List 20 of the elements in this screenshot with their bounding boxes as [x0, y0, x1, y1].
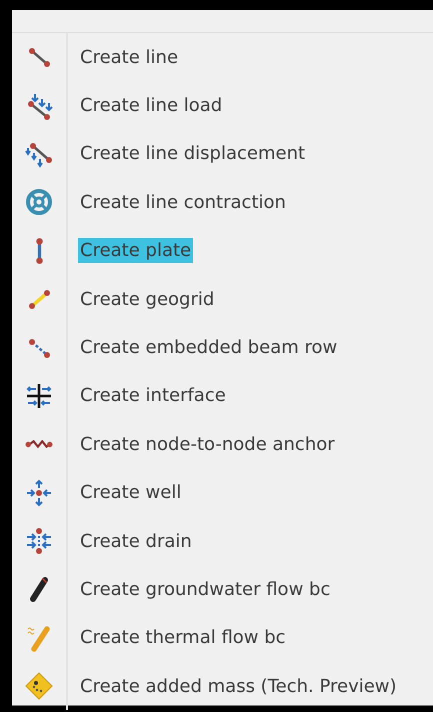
menu-item[interactable]: Create line — [78, 44, 180, 70]
menu-item[interactable]: Create drain — [78, 528, 194, 554]
menu-item[interactable]: Create line displacement — [78, 141, 308, 166]
anchor-zigzag-icon — [25, 440, 53, 449]
menu-item[interactable]: Create geogrid — [78, 286, 216, 312]
menu-item[interactable]: Create embedded beam row — [78, 335, 340, 360]
ring-icon — [24, 187, 54, 218]
menu-item[interactable]: Create well — [78, 480, 184, 506]
diamond-mass-icon — [24, 671, 54, 702]
well-icon — [24, 478, 54, 508]
menu-item[interactable]: Create line load — [78, 93, 224, 118]
menu-item[interactable]: Create plate — [78, 238, 194, 264]
menu-item[interactable]: Create groundwater flow bc — [78, 576, 332, 602]
menu-item[interactable]: Create interface — [78, 383, 228, 408]
menu-item[interactable]: Create line contraction — [78, 190, 288, 215]
plate-icon — [34, 236, 44, 265]
menu-item[interactable]: Create thermal flow bc — [78, 625, 288, 650]
drain-icon — [24, 526, 54, 556]
menu-item[interactable]: Create node-to-node anchor — [78, 432, 337, 457]
menu-item[interactable]: Create added mass (Tech. Preview) — [78, 674, 399, 699]
